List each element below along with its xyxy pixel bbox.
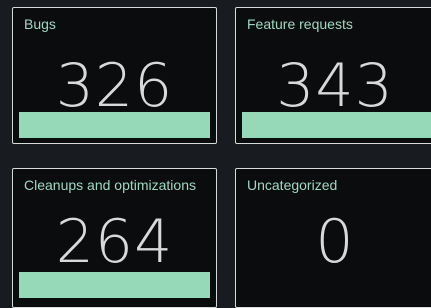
panel-value: 326 — [55, 51, 174, 121]
stat-panel-bugs[interactable]: Bugs 326 — [12, 7, 217, 144]
panel-gauge — [19, 112, 210, 138]
panel-gauge — [19, 272, 210, 298]
panel-title: Cleanups and optimizations — [24, 177, 196, 193]
panel-value: 0 — [315, 207, 355, 277]
panel-value: 264 — [55, 207, 174, 277]
panel-gauge-fill — [19, 112, 210, 138]
stat-panel-uncategorized[interactable]: Uncategorized 0 — [235, 168, 431, 308]
panel-gauge — [242, 272, 431, 298]
panel-title: Uncategorized — [247, 177, 338, 193]
panel-title: Bugs — [24, 16, 56, 32]
panel-gauge-fill — [19, 272, 210, 298]
panel-value: 343 — [276, 51, 394, 121]
panel-title: Feature requests — [247, 16, 353, 32]
panel-gauge — [242, 112, 431, 138]
stat-panel-cleanups[interactable]: Cleanups and optimizations 264 — [12, 168, 217, 308]
stat-panel-feature-requests[interactable]: Feature requests 343 — [235, 7, 431, 144]
panel-gauge-fill — [242, 112, 431, 138]
